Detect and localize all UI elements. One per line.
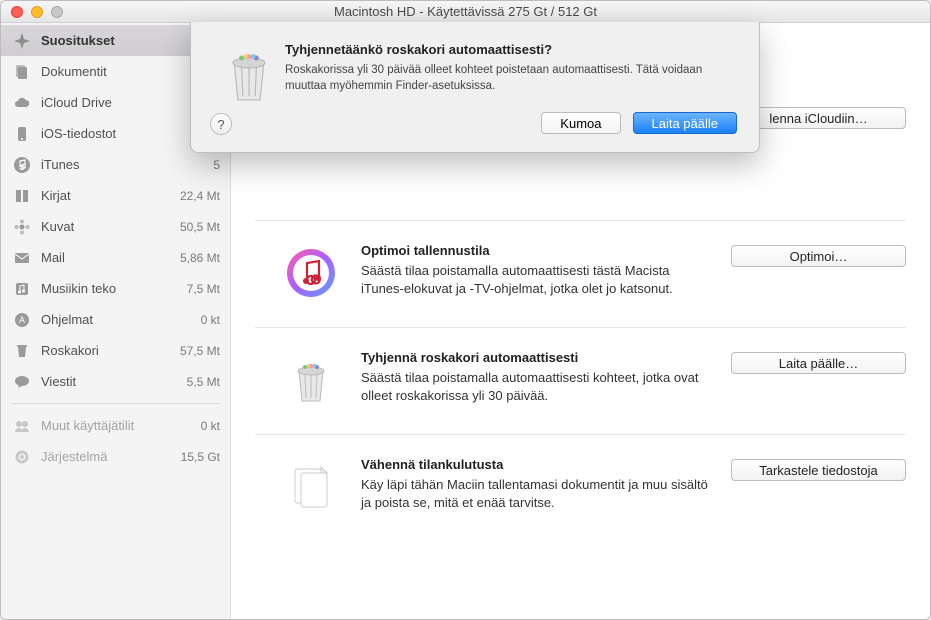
recommendation-desc: Säästä tilaa poistamalla automaattisesti… — [361, 369, 713, 404]
zoom-window-button — [51, 6, 63, 18]
sidebar-item-system: Järjestelmä 15,5 Gt — [1, 441, 230, 472]
dialog-message: Roskakorissa yli 30 päivää olleet kohtee… — [285, 63, 737, 94]
recommendation-title: Tyhjennä roskakori automaattisesti — [361, 350, 713, 365]
recommendation-desc: Käy läpi tähän Maciin tallentamasi dokum… — [361, 476, 713, 511]
sidebar-item-musiccreation[interactable]: Musiikin teko 7,5 Mt — [1, 273, 230, 304]
apps-icon: A — [13, 311, 31, 329]
traffic-lights — [1, 6, 63, 18]
sidebar-separator — [11, 403, 220, 404]
dialog-buttons: Kumoa Laita päälle — [285, 112, 737, 134]
sidebar-item-label: Järjestelmä — [41, 449, 181, 464]
sidebar-item-messages[interactable]: Viestit 5,5 Mt — [1, 366, 230, 397]
cancel-button[interactable]: Kumoa — [541, 112, 620, 134]
titlebar: Macintosh HD - Käytettävissä 275 Gt / 51… — [1, 1, 930, 23]
optimize-button[interactable]: Optimoi… — [731, 245, 906, 267]
recommendation-text: Tyhjennä roskakori automaattisesti Sääst… — [361, 350, 731, 404]
itunes-big-icon — [285, 247, 337, 299]
sidebar-item-size: 7,5 Mt — [187, 282, 220, 296]
phone-icon — [13, 125, 31, 143]
storage-management-window: Macintosh HD - Käytettävissä 275 Gt / 51… — [0, 0, 931, 620]
review-files-button[interactable]: Tarkastele tiedostoja — [731, 459, 906, 481]
minimize-window-button[interactable] — [31, 6, 43, 18]
sparkle-icon — [13, 32, 31, 50]
dialog-title: Tyhjennetäänkö roskakori automaattisesti… — [285, 42, 737, 57]
recommendation-title: Optimoi tallennustila — [361, 243, 713, 258]
trash-icon — [13, 342, 31, 360]
sidebar-item-size: 22,4 Mt — [180, 189, 220, 203]
documents-icon — [13, 63, 31, 81]
music-icon — [13, 280, 31, 298]
sidebar-item-books[interactable]: Kirjat 22,4 Mt — [1, 180, 230, 211]
sidebar-item-itunes[interactable]: iTunes 5 — [1, 149, 230, 180]
sidebar-item-label: Ohjelmat — [41, 312, 201, 327]
sidebar-item-apps[interactable]: A Ohjelmat 0 kt — [1, 304, 230, 335]
cloud-icon — [13, 94, 31, 112]
sidebar-item-otherusers: Muut käyttäjätilit 0 kt — [1, 410, 230, 441]
sidebar-item-label: Muut käyttäjätilit — [41, 418, 201, 433]
gear-icon — [13, 448, 31, 466]
sidebar-item-label: iTunes — [41, 157, 213, 172]
sidebar-item-size: 15,5 Gt — [181, 450, 220, 464]
sidebar-item-label: Mail — [41, 250, 180, 265]
sidebar-item-photos[interactable]: Kuvat 50,5 Mt — [1, 211, 230, 242]
confirm-dialog: Tyhjennetäänkö roskakori automaattisesti… — [190, 22, 760, 153]
sidebar-item-size: 5,5 Mt — [187, 375, 220, 389]
sidebar-item-size: 0 kt — [201, 419, 220, 433]
help-button[interactable]: ? — [210, 113, 232, 135]
recommendation-desc: Säästä tilaa poistamalla automaattisesti… — [361, 262, 713, 297]
enable-trash-auto-button[interactable]: Laita päälle… — [731, 352, 906, 374]
sidebar-item-size: 5,86 Mt — [180, 251, 220, 265]
recommendation-title: Vähennä tilankulutusta — [361, 457, 713, 472]
window-title: Macintosh HD - Käytettävissä 275 Gt / 51… — [1, 4, 930, 19]
sidebar-item-size: 50,5 Mt — [180, 220, 220, 234]
docs-big-icon — [285, 461, 337, 513]
sidebar-item-label: Musiikin teko — [41, 281, 187, 296]
recommendation-text: Optimoi tallennustila Säästä tilaa poist… — [361, 243, 731, 297]
sidebar-item-label: Kuvat — [41, 219, 180, 234]
recommendation-optimize: Optimoi tallennustila Säästä tilaa poist… — [255, 221, 906, 328]
sidebar-item-size: 57,5 Mt — [180, 344, 220, 358]
sidebar-item-size: 5 — [213, 158, 220, 172]
sidebar-item-label: Viestit — [41, 374, 187, 389]
chat-icon — [13, 373, 31, 391]
close-window-button[interactable] — [11, 6, 23, 18]
recommendation-reduce: Vähennä tilankulutusta Käy läpi tähän Ma… — [255, 435, 906, 541]
sidebar-item-mail[interactable]: Mail 5,86 Mt — [1, 242, 230, 273]
sidebar-item-label: Roskakori — [41, 343, 180, 358]
dialog-body: Tyhjennetäänkö roskakori automaattisesti… — [285, 42, 737, 134]
recommendation-text: Vähennä tilankulutusta Käy läpi tähän Ma… — [361, 457, 731, 511]
svg-text:A: A — [19, 315, 25, 325]
book-icon — [13, 187, 31, 205]
note-icon — [13, 156, 31, 174]
sidebar-item-size: 0 kt — [201, 313, 220, 327]
recommendation-trash: Tyhjennä roskakori automaattisesti Sääst… — [255, 328, 906, 435]
trash-big-icon — [285, 354, 337, 406]
users-icon — [13, 417, 31, 435]
flower-icon — [13, 218, 31, 236]
sidebar-item-trash[interactable]: Roskakori 57,5 Mt — [1, 335, 230, 366]
confirm-button[interactable]: Laita päälle — [633, 112, 738, 134]
envelope-icon — [13, 249, 31, 267]
sidebar-item-label: Kirjat — [41, 188, 180, 203]
